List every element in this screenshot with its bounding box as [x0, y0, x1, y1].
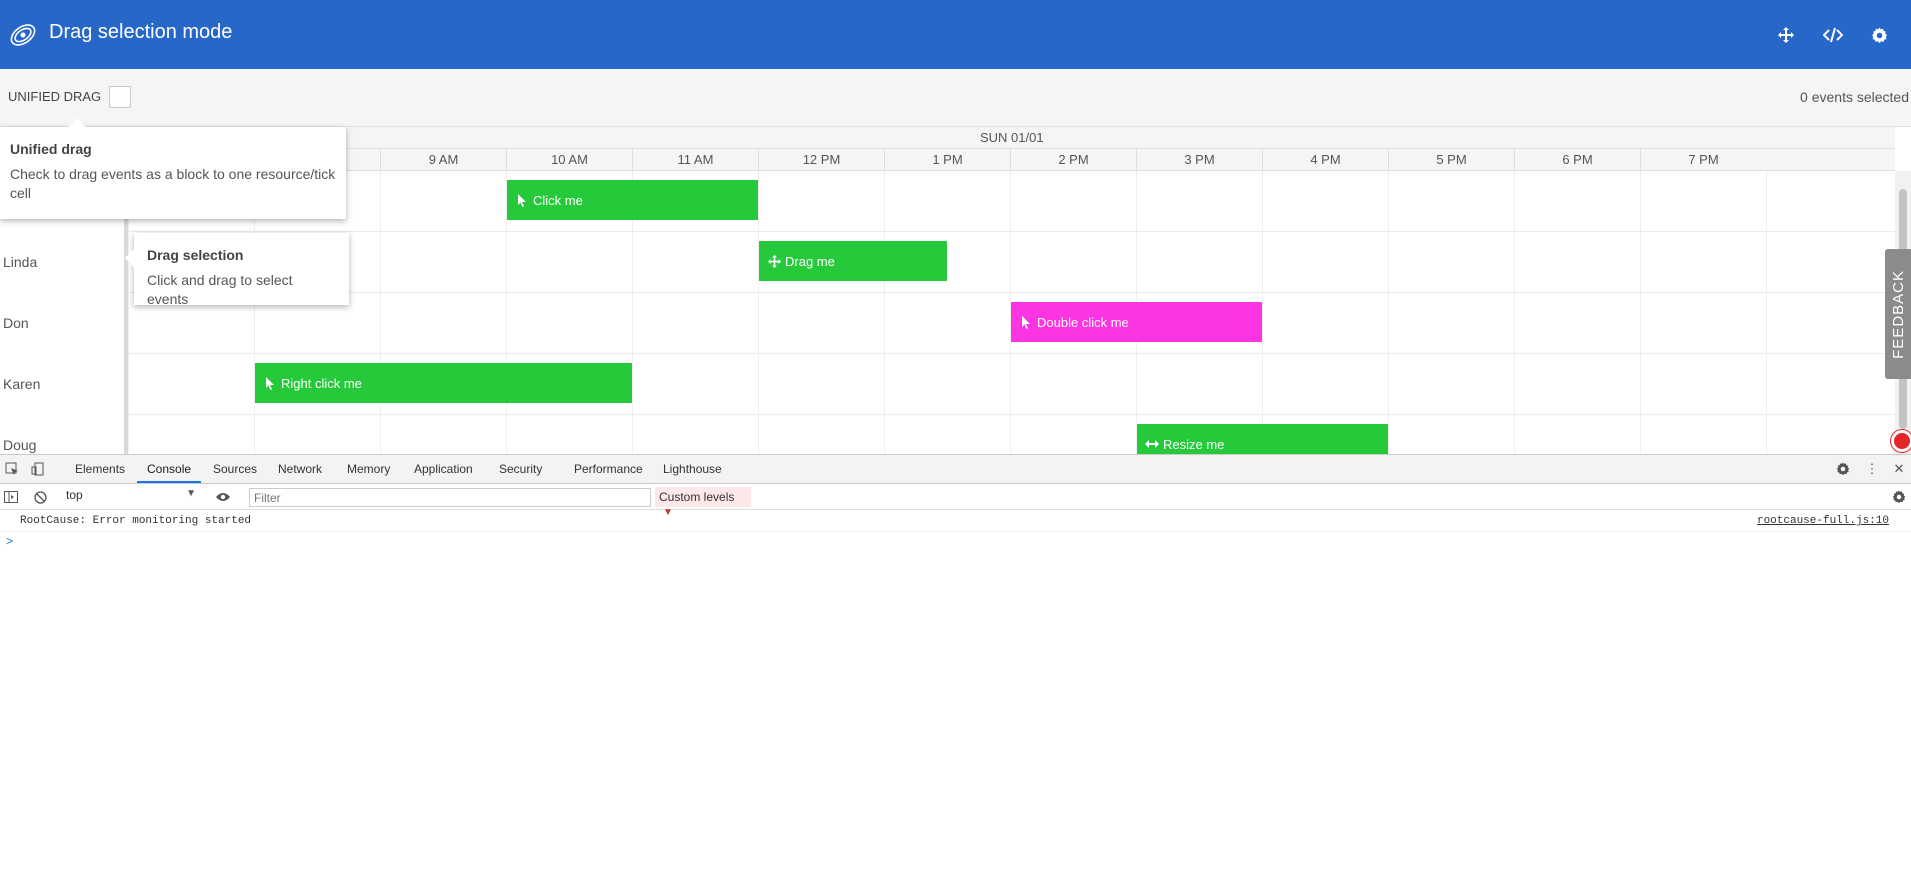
resource-row[interactable] — [128, 171, 1895, 232]
devtools-tab-application[interactable]: Application — [414, 462, 473, 476]
device-toggle-icon[interactable] — [30, 461, 46, 477]
event-label: Double click me — [1037, 314, 1129, 330]
schedule-grid[interactable]: Click me Drag me Double click me Right clic… — [128, 171, 1895, 454]
console-toolbar: top ▼ Custom levels ▼ — [0, 484, 1911, 518]
devtools-tab-network[interactable]: Network — [278, 462, 322, 476]
time-tick: 4 PM — [1262, 149, 1388, 171]
time-tick: 5 PM — [1388, 149, 1514, 171]
resource-row[interactable] — [128, 232, 1895, 293]
devtools-settings-icon[interactable] — [1835, 461, 1851, 477]
page-title: Drag selection mode — [49, 21, 233, 43]
resource-name: Linda — [3, 254, 38, 270]
event-label: Drag me — [785, 253, 835, 269]
resize-icon — [1145, 437, 1159, 451]
clear-console-icon[interactable] — [32, 489, 48, 505]
time-tick: 10 AM — [506, 149, 632, 171]
console-settings-icon[interactable] — [1891, 489, 1907, 505]
resource-name: Doug — [3, 437, 37, 453]
tooltip-body: Check to drag events as a block to one r… — [10, 166, 336, 201]
time-tick: 9 AM — [380, 149, 506, 171]
event-bar[interactable]: Resize me — [1137, 424, 1388, 454]
event-bar[interactable]: Click me — [507, 180, 758, 220]
drag-selection-tooltip: Drag selection Click and drag to select … — [125, 233, 349, 307]
feedback-tab[interactable]: FEEDBACK — [1885, 249, 1911, 379]
devtools-tab-sources[interactable]: Sources — [213, 462, 257, 476]
pointer-icon — [515, 193, 529, 207]
unified-drag-tooltip: Unified drag Check to drag events as a b… — [0, 118, 346, 219]
time-tick: 7 PM — [1640, 149, 1766, 171]
event-label: Click me — [533, 192, 583, 208]
resource-name: Karen — [3, 376, 41, 392]
devtools-tab-elements[interactable]: Elements — [75, 462, 125, 476]
event-bar[interactable]: Right click me — [255, 363, 632, 403]
context-value: top — [66, 488, 83, 502]
log-levels-label: Custom levels — [659, 490, 735, 504]
log-levels-dropdown[interactable]: Custom levels ▼ — [655, 487, 751, 518]
eye-icon[interactable] — [215, 489, 231, 505]
console-prompt[interactable]: > — [6, 535, 13, 549]
selected-count: 0 events selected — [1800, 89, 1909, 105]
date-label: SUN 01/01 — [980, 130, 1044, 145]
devtools-tabbar: Elements Console Sources Network Memory Appli… — [0, 455, 1911, 484]
devtools-tab-performance[interactable]: Performance — [574, 462, 643, 476]
move-icon — [767, 254, 781, 268]
time-tick: 11 AM — [632, 149, 758, 171]
resource-row[interactable] — [128, 415, 1895, 454]
more-options-icon[interactable]: ⋮ — [1864, 461, 1880, 477]
time-tick: 6 PM — [1514, 149, 1640, 171]
event-bar[interactable]: Double click me — [1011, 302, 1262, 342]
event-label: Resize me — [1163, 436, 1225, 452]
app-header: Drag selection mode — [0, 0, 1911, 69]
devtools-tab-lighthouse[interactable]: Lighthouse — [663, 462, 722, 476]
time-tick: 1 PM — [884, 149, 1010, 171]
active-tab-indicator — [137, 481, 201, 483]
context-select[interactable]: top ▼ — [66, 488, 198, 506]
event-label: Right click me — [281, 375, 362, 391]
console-message-source[interactable]: rootcause-full.js:10 — [1757, 515, 1889, 527]
tooltip-title: Drag selection — [147, 247, 244, 263]
date-row: SUN 01/01 — [128, 127, 1895, 149]
time-tick: 2 PM — [1010, 149, 1136, 171]
unified-drag-checkbox[interactable] — [109, 86, 131, 108]
close-icon[interactable]: ✕ — [1891, 461, 1907, 477]
chevron-down-icon: ▼ — [186, 488, 196, 499]
devtools-panel: Elements Console Sources Network Memory Appli… — [0, 454, 1911, 877]
filter-input[interactable] — [249, 488, 651, 507]
time-tick: 12 PM — [758, 149, 884, 171]
move-icon[interactable] — [1773, 22, 1799, 48]
feedback-label: FEEDBACK — [1889, 269, 1907, 359]
logo-icon — [8, 20, 38, 50]
console-message: RootCause: Error monitoring started root… — [0, 510, 1911, 532]
console-message-text: RootCause: Error monitoring started — [20, 515, 252, 527]
devtools-tab-memory[interactable]: Memory — [347, 462, 390, 476]
time-header: SUN 01/01 7 AM8 AM9 AM10 AM11 AM12 PM1 P… — [128, 127, 1895, 171]
resource-name: Don — [3, 315, 29, 331]
tooltip-title: Unified drag — [10, 141, 92, 157]
tooltip-body: Click and drag to select events — [147, 272, 293, 307]
devtools-tab-console[interactable]: Console — [147, 462, 191, 476]
code-icon[interactable] — [1820, 22, 1846, 48]
record-icon[interactable] — [1891, 430, 1911, 452]
pointer-icon — [263, 376, 277, 390]
time-tick: 3 PM — [1136, 149, 1262, 171]
pointer-icon — [1019, 315, 1033, 329]
unified-drag-label: UNIFIED DRAG — [8, 89, 102, 104]
gear-icon[interactable] — [1866, 22, 1892, 48]
sidebar-toggle-icon[interactable] — [3, 489, 19, 505]
toolbar: UNIFIED DRAG 0 events selected — [0, 69, 1911, 127]
inspect-icon[interactable] — [4, 461, 20, 477]
devtools-tab-security[interactable]: Security — [499, 462, 542, 476]
event-bar[interactable]: Drag me — [759, 241, 947, 281]
